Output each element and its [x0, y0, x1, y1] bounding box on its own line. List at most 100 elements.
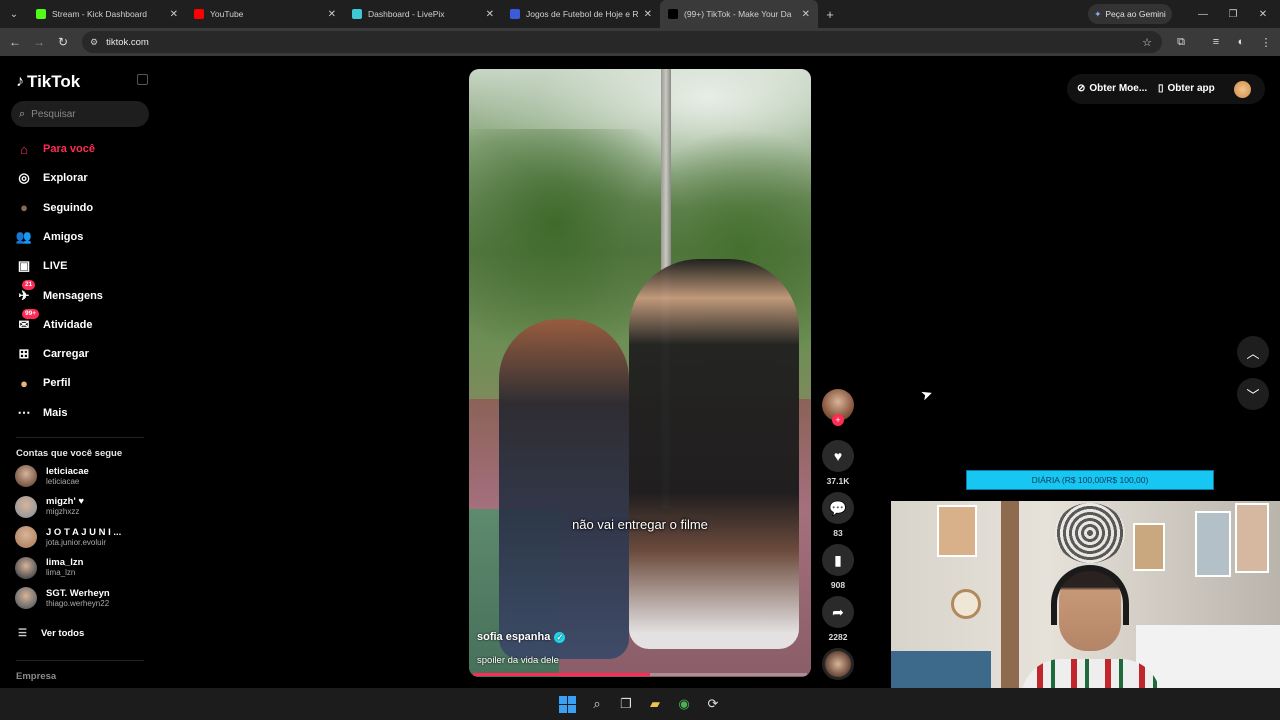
browser-tab[interactable]: YouTube ✕	[186, 0, 344, 28]
video-progress-fill	[473, 673, 651, 676]
browser-menu-icon[interactable]: ⋮	[1254, 28, 1278, 56]
share-arrow-icon: ➦	[832, 603, 844, 620]
like-count: 37.1K	[826, 476, 850, 486]
video-frame-man	[629, 259, 799, 649]
sidebar-item-seguindo[interactable]: ● Seguindo	[14, 197, 93, 219]
followed-account[interactable]: J O T A J U N I ... jota.junior.evoluir	[15, 524, 121, 550]
verified-badge-icon: ✓	[554, 631, 566, 643]
followed-account[interactable]: SGT. Werheyn thiago.werheyn22	[15, 585, 110, 611]
account-name: migzh' ♥	[46, 496, 84, 508]
minimize-window-button[interactable]: —	[1188, 0, 1218, 28]
close-tab-icon[interactable]: ✕	[644, 9, 652, 20]
creator-avatar[interactable]: +	[822, 389, 854, 426]
file-explorer-icon[interactable]: ▰	[646, 695, 664, 713]
mouse-cursor-icon: ➤	[918, 384, 935, 404]
sidebar-item-label: Carregar	[43, 348, 89, 361]
sidebar-item-para-voc-[interactable]: ⌂ Para você	[14, 138, 95, 160]
see-all-button[interactable]: ☰ Ver todos	[18, 628, 84, 639]
sidebar-item-live[interactable]: ▣ LIVE	[14, 255, 68, 277]
video-frame-woman	[499, 319, 629, 659]
close-window-button[interactable]: ✕	[1248, 0, 1278, 28]
followed-account[interactable]: lima_lzn lima_lzn	[15, 555, 84, 581]
restore-window-button[interactable]: ❐	[1218, 0, 1248, 28]
previous-video-button[interactable]: ︿	[1237, 336, 1269, 368]
notification-badge: 99+	[22, 308, 40, 319]
get-coins-button[interactable]: ⊘ Obter Moe...	[1077, 83, 1147, 94]
tiktok-logo[interactable]: ♪ TikTok	[16, 72, 80, 92]
close-tab-icon[interactable]: ✕	[170, 9, 178, 20]
like-button[interactable]: ♥	[822, 440, 854, 472]
share-button[interactable]: ➦	[822, 596, 854, 628]
sidebar-item-explorar[interactable]: ◎ Explorar	[14, 167, 87, 189]
video-author[interactable]: sofia espanha ✓	[477, 631, 566, 643]
reading-list-icon[interactable]: ≡	[1204, 28, 1228, 56]
sidebar-item-mensagens[interactable]: ✈ 21 Mensagens	[14, 279, 103, 307]
notification-badge: 21	[22, 279, 36, 290]
user-avatar[interactable]	[1234, 81, 1251, 98]
followed-account[interactable]: leticiacae leticiacae	[15, 463, 89, 489]
sidebar-item-mais[interactable]: ⋯ Mais	[14, 402, 68, 424]
collapse-sidebar-icon[interactable]	[137, 74, 148, 85]
close-tab-icon[interactable]: ✕	[486, 9, 494, 20]
sidebar-item-perfil[interactable]: ● Perfil	[14, 372, 70, 394]
sidebar-divider	[16, 660, 144, 661]
app-icon[interactable]: ⟳	[704, 695, 722, 713]
extensions-icon[interactable]: ⧉	[1169, 28, 1193, 56]
ask-gemini-button[interactable]: ✦ Peça ao Gemini	[1088, 4, 1172, 24]
comment-button[interactable]: 💬	[822, 492, 854, 524]
browser-tab[interactable]: (99+) TikTok - Make Your Da ✕	[660, 0, 818, 28]
get-app-button[interactable]: ▯ Obter app	[1158, 83, 1215, 94]
search-icon[interactable]: ⌕	[588, 695, 606, 713]
bookmark-star-icon[interactable]: ☆	[1135, 28, 1159, 56]
search-input[interactable]: ⌕ Pesquisar	[11, 101, 149, 127]
next-video-button[interactable]: ﹀	[1237, 378, 1269, 410]
task-view-icon[interactable]: ❐	[617, 695, 635, 713]
music-disc-icon[interactable]	[822, 648, 854, 680]
tiktok-note-icon: ♪	[16, 73, 24, 90]
tab-search-chevron-icon[interactable]: ⌄	[0, 0, 28, 28]
youtube-icon	[194, 9, 204, 19]
video-player[interactable]: não vai entregar o filme sofia espanha ✓…	[469, 69, 811, 677]
avatar	[15, 495, 37, 518]
video-progress-bar[interactable]	[473, 673, 807, 676]
coin-icon: ⊘	[1077, 83, 1086, 94]
livepix-icon	[352, 9, 362, 19]
account-name: SGT. Werheyn	[46, 587, 110, 599]
account-username: thiago.werheyn22	[46, 598, 110, 608]
live-icon: ▣	[17, 258, 31, 274]
site-info-icon[interactable]: ⚙	[90, 37, 98, 48]
gemini-label: Peça ao Gemini	[1105, 9, 1166, 19]
account-text: SGT. Werheyn thiago.werheyn22	[46, 588, 110, 609]
sidebar-item-label: Mensagens	[43, 289, 103, 302]
search-placeholder: Pesquisar	[31, 108, 76, 120]
save-count: 908	[830, 580, 846, 590]
sidebar-item-atividade[interactable]: ✉ 99+ Atividade	[14, 308, 93, 336]
browser-tab[interactable]: Jogos de Futebol de Hoje e Res ✕	[502, 0, 660, 28]
save-button[interactable]: ▮	[822, 544, 854, 576]
profile-avatar-icon[interactable]: ◐	[1229, 28, 1253, 56]
windows-start-icon[interactable]	[558, 695, 576, 713]
reload-icon[interactable]: ↻	[51, 35, 75, 49]
company-link[interactable]: Empresa	[16, 671, 56, 682]
address-bar[interactable]: ⚙ tiktok.com	[82, 31, 1162, 53]
browser-tab[interactable]: Dashboard - LivePix ✕	[344, 0, 502, 28]
close-tab-icon[interactable]: ✕	[328, 9, 336, 20]
account-name: lima_lzn	[46, 557, 84, 569]
search-icon: ⌕	[19, 107, 26, 120]
wall-wreath	[951, 589, 981, 619]
followed-account[interactable]: migzh' ♥ migzhxzz	[15, 494, 84, 520]
close-tab-icon[interactable]: ✕	[802, 9, 810, 20]
chrome-icon[interactable]: ◉	[675, 695, 693, 713]
browser-tab[interactable]: Stream - Kick Dashboard ✕	[28, 0, 186, 28]
follow-plus-icon[interactable]: +	[832, 414, 844, 426]
see-all-label: Ver todos	[40, 628, 85, 639]
sidebar-item-label: Mais	[43, 406, 68, 419]
sidebar-item-carregar[interactable]: ⊞ Carregar	[14, 343, 89, 365]
back-arrow-icon[interactable]: ←	[3, 35, 27, 49]
wall-picture	[1235, 503, 1269, 573]
sidebar-item-amigos[interactable]: 👥 Amigos	[14, 226, 83, 248]
sidebar-item-label: Atividade	[43, 318, 93, 331]
forward-arrow-icon[interactable]: →	[27, 35, 51, 49]
avatar	[15, 587, 37, 610]
new-tab-button[interactable]: +	[818, 7, 842, 22]
